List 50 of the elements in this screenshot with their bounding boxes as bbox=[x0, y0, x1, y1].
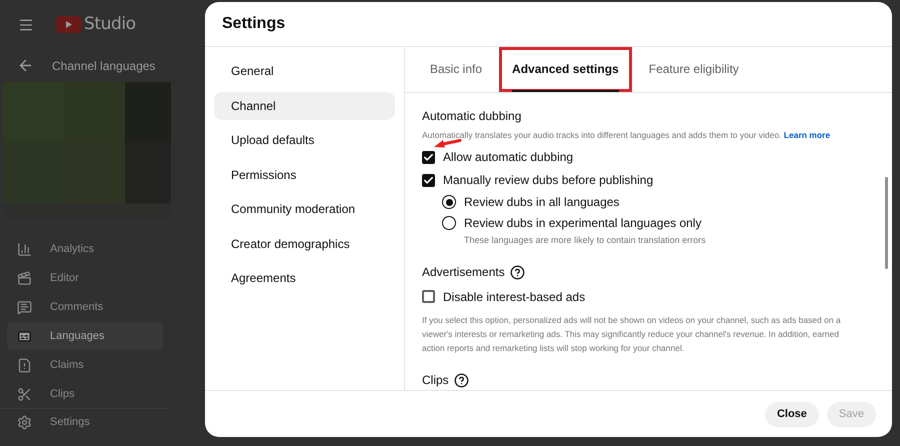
sidebar-item[interactable]: Clips bbox=[7, 380, 163, 408]
clapperboard-icon bbox=[17, 270, 32, 286]
checkbox-label: Disable interest-based ads bbox=[443, 288, 586, 306]
learn-more-link[interactable]: Learn more bbox=[784, 130, 830, 140]
settings-nav-item[interactable]: Community moderation bbox=[214, 195, 395, 224]
radio-label: Review dubs in all languages bbox=[464, 194, 620, 212]
radio-hint: These languages are more likely to contain translation errors bbox=[463, 234, 707, 247]
tab[interactable]: Basic info bbox=[417, 47, 496, 92]
section-description: Automatically translates your audio tracks into different languages and adds them to your video. Learn more bbox=[422, 129, 832, 142]
radio-button[interactable] bbox=[442, 216, 456, 230]
settings-nav-item[interactable]: Channel bbox=[214, 92, 395, 120]
section-title: Clips bbox=[422, 372, 449, 390]
tab[interactable]: Feature eligibility bbox=[636, 47, 752, 92]
section-title: Advertisements bbox=[422, 264, 505, 282]
radio-label: Review dubs in experimental languages only bbox=[464, 215, 702, 232]
subtitles-icon bbox=[17, 328, 32, 344]
warning-document-icon bbox=[17, 358, 32, 373]
checkbox[interactable] bbox=[422, 290, 435, 304]
help-icon[interactable] bbox=[454, 372, 469, 388]
comment-icon bbox=[17, 300, 32, 315]
sidebar-item[interactable]: Languages bbox=[7, 322, 163, 350]
settings-nav-item[interactable]: Agreements bbox=[214, 264, 395, 292]
section-title: Automatic dubbing bbox=[422, 108, 522, 125]
play-logo-icon bbox=[56, 16, 81, 34]
sidebar-item[interactable]: Comments bbox=[7, 293, 163, 322]
tab[interactable]: Advanced settings bbox=[499, 47, 632, 92]
settings-nav-item[interactable]: Permissions bbox=[214, 160, 395, 189]
logo-text: Studio bbox=[84, 13, 136, 36]
annotation-arrow bbox=[434, 139, 462, 148]
checkbox[interactable] bbox=[422, 174, 435, 187]
menu-icon[interactable] bbox=[18, 16, 34, 33]
settings-nav-item[interactable]: Creator demographics bbox=[214, 230, 395, 258]
scissors-icon bbox=[17, 386, 32, 402]
settings-nav-item[interactable]: General bbox=[214, 57, 395, 86]
sidebar-settings-link[interactable]: Settings bbox=[50, 414, 90, 431]
settings-icon[interactable] bbox=[17, 415, 32, 430]
sidebar-item[interactable]: Claims bbox=[7, 351, 163, 380]
page-title: Channel languages bbox=[52, 58, 156, 75]
checkbox-label: Manually review dubs before publishing bbox=[443, 172, 654, 190]
option-note: If you select this option, personalized ads will not be shown on videos on your channel, such as ads based on a viewer's interests or remarketing ads. This may significantly reduce your channel's revenue. In addition, earned action reports and remarketing lists will stop working for your channel. bbox=[422, 314, 842, 356]
settings-nav-item[interactable]: Upload defaults bbox=[214, 126, 395, 154]
checkbox[interactable] bbox=[422, 150, 435, 164]
sidebar-item[interactable]: Editor bbox=[7, 264, 163, 292]
help-icon[interactable] bbox=[510, 264, 525, 280]
bar-chart-icon bbox=[17, 242, 32, 257]
checkbox-label: Allow automatic dubbing bbox=[443, 149, 574, 166]
sidebar-item[interactable]: Analytics bbox=[7, 235, 163, 264]
dialog-title: Settings bbox=[222, 14, 286, 34]
dialog-button[interactable]: Close bbox=[764, 402, 819, 426]
radio-button[interactable] bbox=[442, 195, 456, 210]
